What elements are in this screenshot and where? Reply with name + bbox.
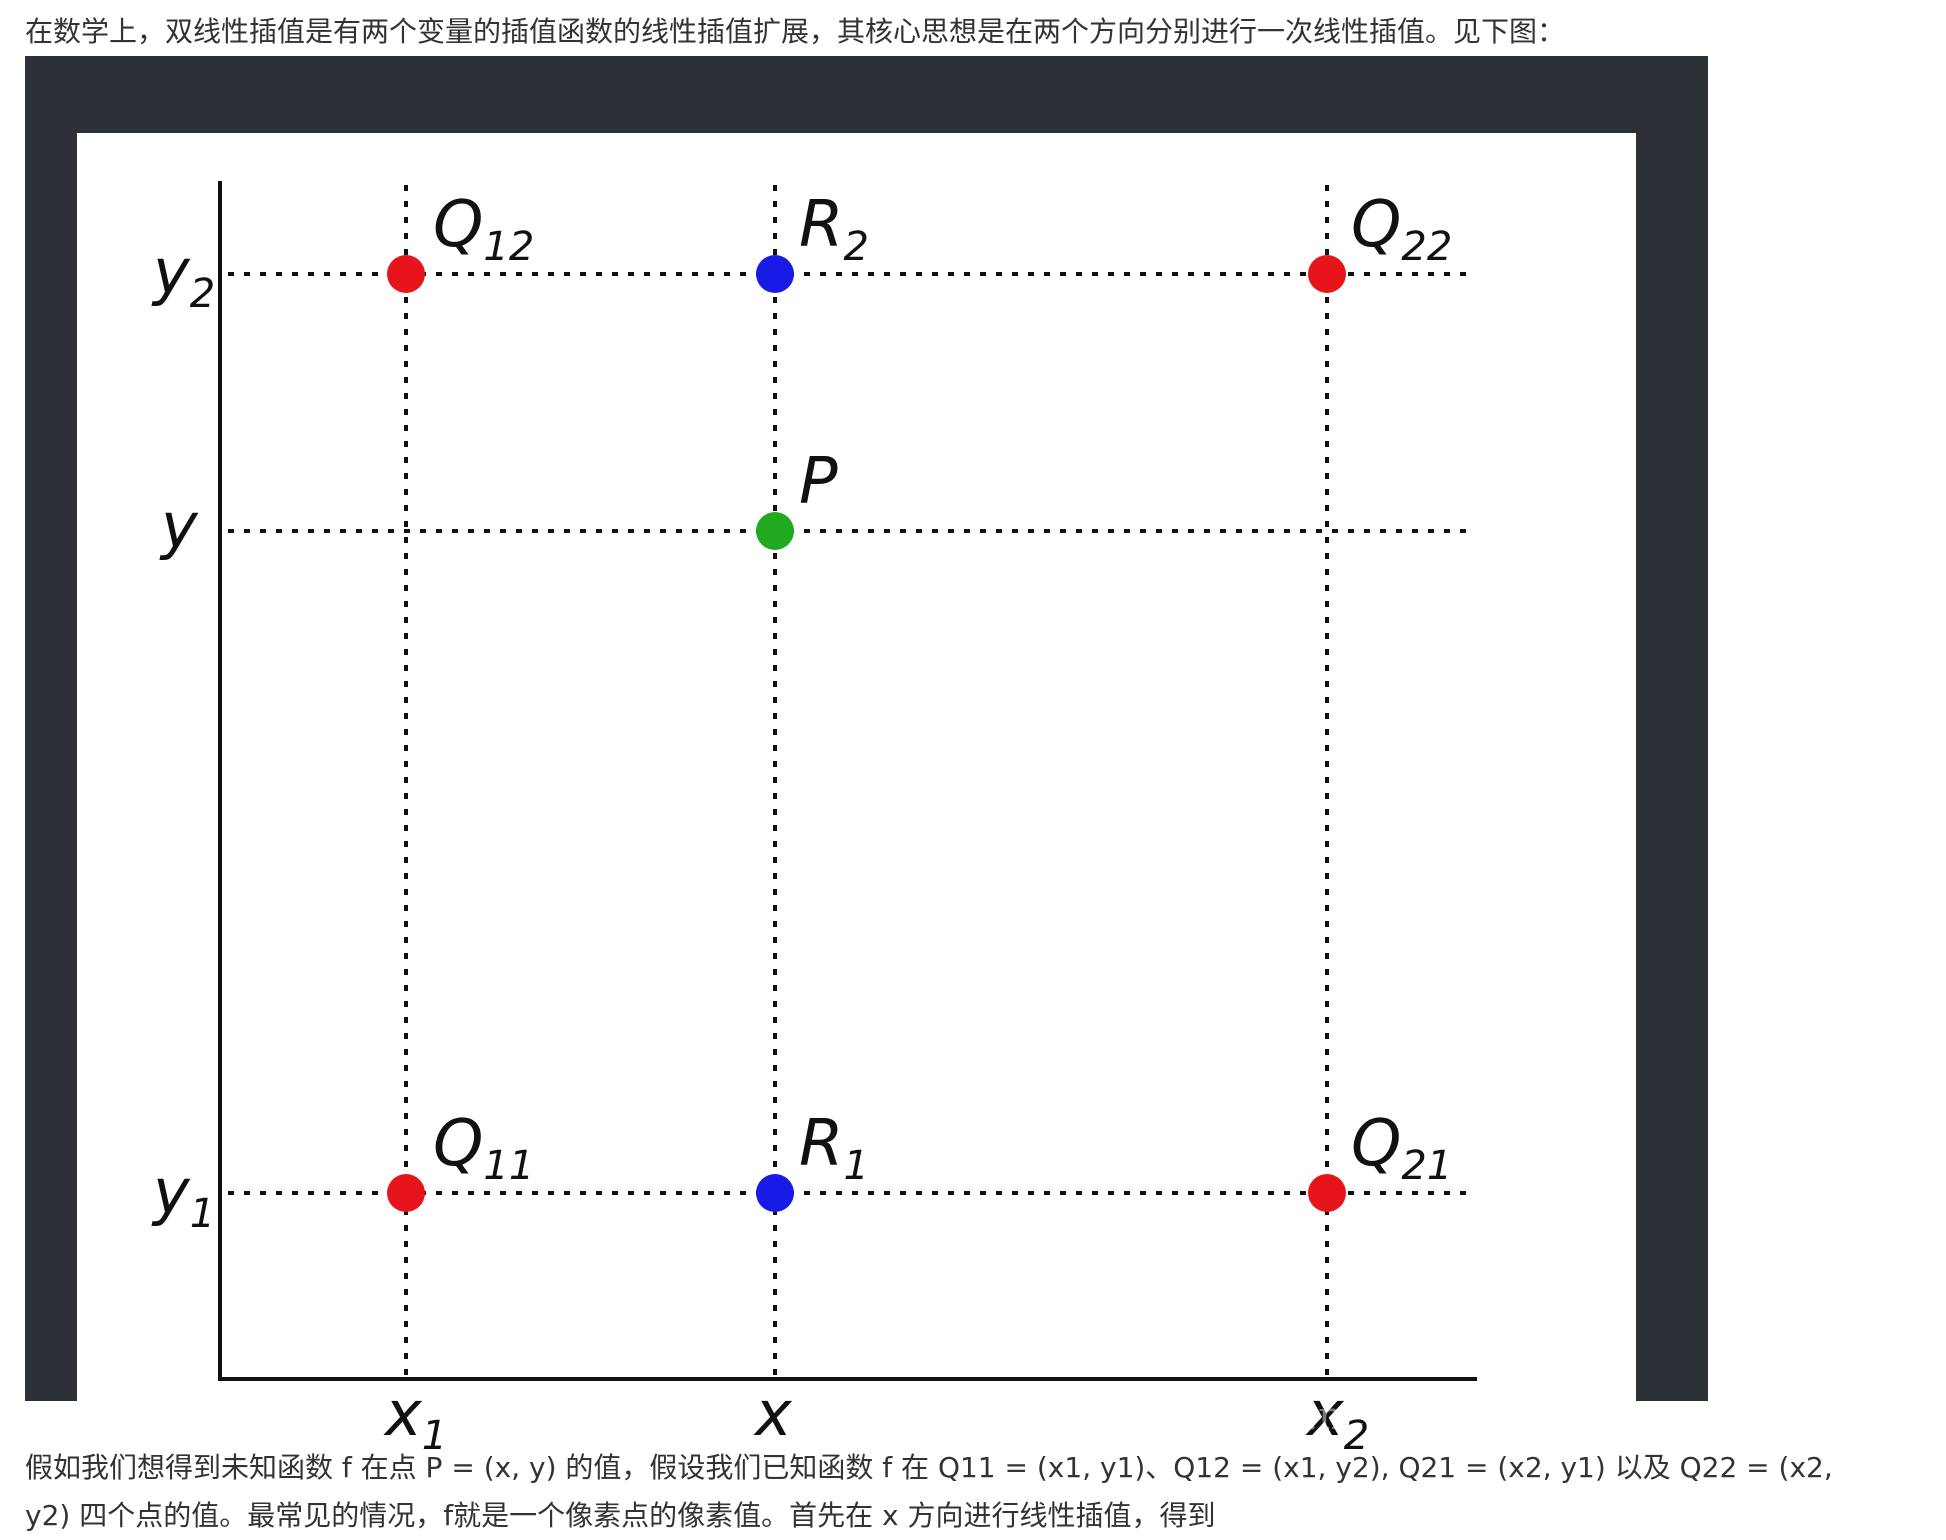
y1-label: y1 [151, 1155, 215, 1237]
point-q21-label: Q21 [1351, 1107, 1452, 1189]
point-r1-dot [756, 1174, 794, 1212]
bilinear-interpolation-diagram: y2 y y1 x1 x x2 Q12 R2 Q22 P Q11 R1 Q21 [77, 133, 1636, 1457]
watermark: http://blog.csdn.net/lovexlsforever [1003, 1394, 1665, 1438]
point-r1-label: R1 [799, 1107, 869, 1189]
paragraph-line-1: 假如我们想得到未知函数 f 在点 P = (x, y) 的值，假设我们已知函数 … [25, 1451, 1833, 1484]
figure-frame: y2 y y1 x1 x x2 Q12 R2 Q22 P Q11 R1 Q21 … [25, 56, 1708, 1457]
intro-text: 在数学上，双线性插值是有两个变量的插值函数的线性插值扩展，其核心思想是在两个方向… [25, 15, 1566, 48]
point-q12-label: Q12 [433, 188, 534, 270]
point-q11-label: Q11 [433, 1107, 534, 1189]
point-q21-dot [1308, 1174, 1346, 1212]
y-label: y [159, 489, 199, 562]
x-label: x [753, 1377, 793, 1450]
point-q22-label: Q22 [1351, 188, 1452, 270]
point-q22-dot [1308, 255, 1346, 293]
point-q12-dot [387, 255, 425, 293]
y2-label: y2 [151, 235, 215, 317]
point-r2-label: R2 [799, 188, 869, 270]
diagram-svg: y2 y y1 x1 x x2 Q12 R2 Q22 P Q11 R1 Q21 [151, 181, 1477, 1457]
point-q11-dot [387, 1174, 425, 1212]
point-r2-dot [756, 255, 794, 293]
point-p-dot [756, 512, 794, 550]
paragraph-line-2: y2) 四个点的值。最常见的情况，f就是一个像素点的像素值。首先在 x 方向进行… [25, 1499, 1216, 1532]
point-p-label: P [799, 445, 838, 519]
explanation-paragraph: 假如我们想得到未知函数 f 在点 P = (x, y) 的值，假设我们已知函数 … [25, 1444, 1833, 1540]
